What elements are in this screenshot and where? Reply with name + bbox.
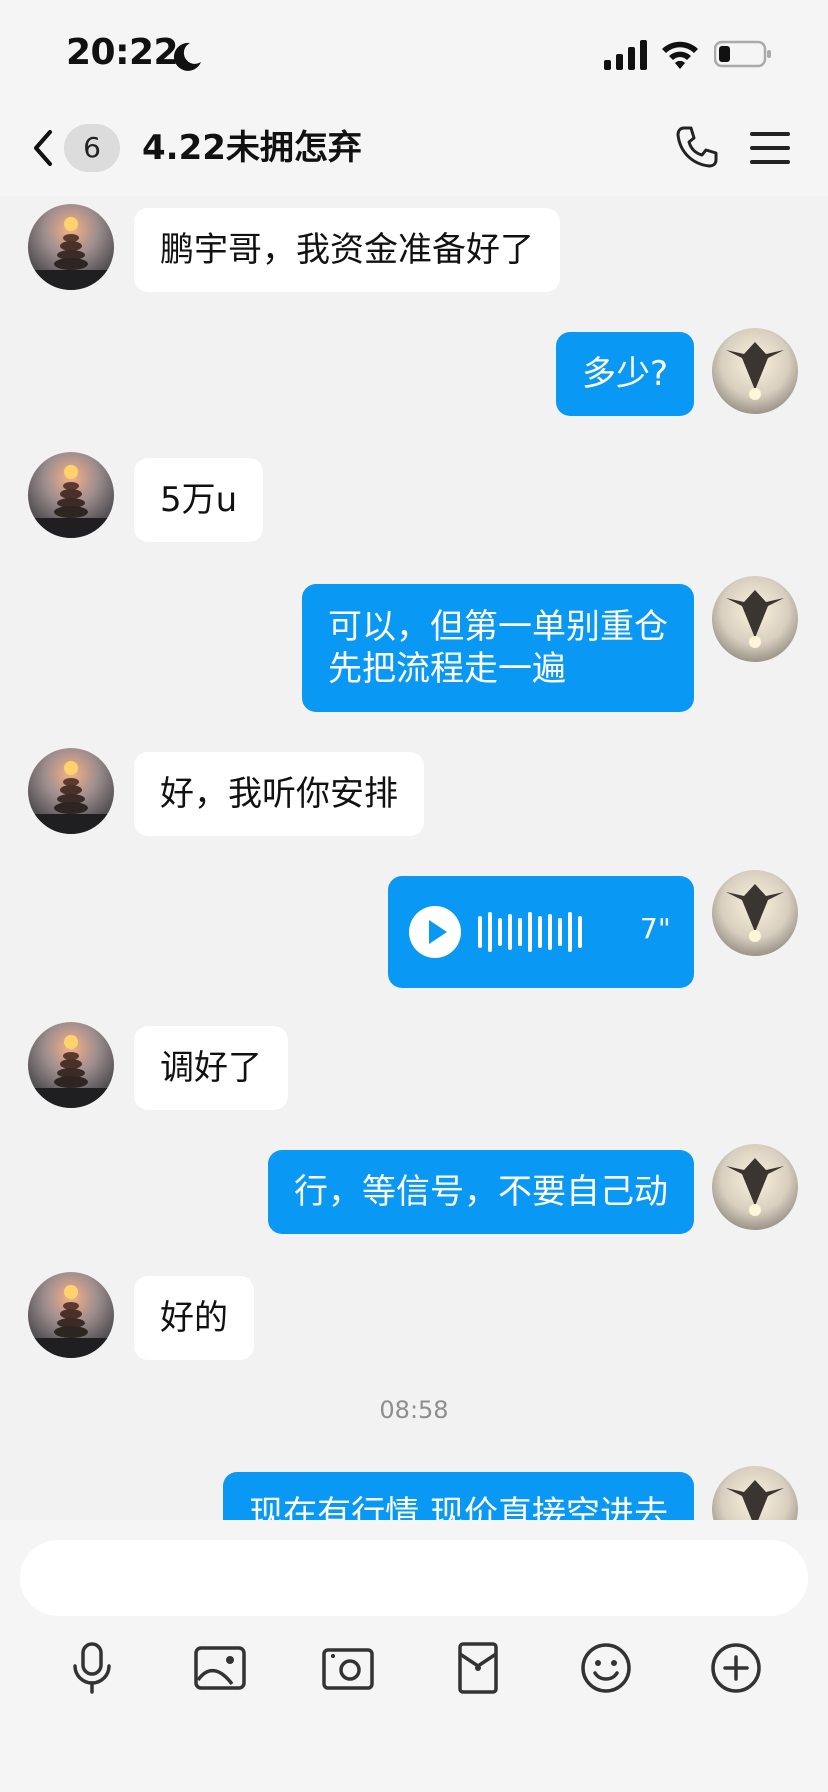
wifi-icon xyxy=(662,41,698,69)
message-bubble-outgoing[interactable]: 现在有行情,现价直接空进去 xyxy=(223,1472,694,1520)
phone-icon[interactable] xyxy=(674,124,720,170)
plus-icon xyxy=(711,1643,761,1693)
chat-header: 6 4.22未拥怎弃 xyxy=(0,100,828,196)
unread-count-badge[interactable]: 6 xyxy=(64,124,120,172)
contact-avatar[interactable] xyxy=(28,1022,114,1108)
contact-avatar[interactable] xyxy=(28,748,114,834)
menu-icon[interactable] xyxy=(748,126,792,170)
message-bubble-incoming[interactable]: 鹏宇哥，我资金准备好了 xyxy=(134,208,560,292)
waveform-icon xyxy=(478,912,582,952)
contact-avatar[interactable] xyxy=(28,204,114,290)
more-button[interactable] xyxy=(706,1638,766,1698)
red-packet-icon xyxy=(458,1642,498,1694)
microphone-button[interactable] xyxy=(62,1638,122,1698)
my-avatar[interactable] xyxy=(712,870,798,956)
contact-avatar[interactable] xyxy=(28,452,114,538)
image-button[interactable] xyxy=(190,1638,250,1698)
message-bubble-outgoing[interactable]: 可以，但第一单别重仓 先把流程走一遍 xyxy=(302,584,694,712)
status-time: 20:22 xyxy=(66,32,179,73)
message-bubble-incoming[interactable]: 好，我听你安排 xyxy=(134,752,424,836)
moon-icon xyxy=(173,42,201,71)
emoji-icon xyxy=(581,1643,631,1693)
my-avatar[interactable] xyxy=(712,1466,798,1520)
microphone-icon xyxy=(73,1642,111,1694)
message-bubble-outgoing[interactable]: 行，等信号，不要自己动 xyxy=(268,1150,694,1234)
message-list[interactable]: 鹏宇哥，我资金准备好了 多少? 5万u 可以，但第一单别重仓 先把流程走一遍 好… xyxy=(0,196,828,1520)
image-icon xyxy=(194,1646,246,1690)
composer xyxy=(0,1520,828,1792)
voice-duration: 7" xyxy=(640,912,671,945)
chat-title: 4.22未拥怎弃 xyxy=(142,128,362,168)
contact-avatar[interactable] xyxy=(28,1272,114,1358)
voice-message-bubble[interactable]: 7" xyxy=(388,876,694,988)
message-bubble-outgoing[interactable]: 多少? xyxy=(555,332,694,416)
camera-icon xyxy=(322,1648,374,1690)
back-icon[interactable] xyxy=(28,124,60,172)
play-icon[interactable] xyxy=(408,905,462,959)
my-avatar[interactable] xyxy=(712,576,798,662)
camera-button[interactable] xyxy=(318,1638,378,1698)
message-bubble-incoming[interactable]: 好的 xyxy=(134,1276,254,1360)
emoji-button[interactable] xyxy=(576,1638,636,1698)
battery-icon xyxy=(714,40,771,68)
my-avatar[interactable] xyxy=(712,328,798,414)
message-bubble-incoming[interactable]: 调好了 xyxy=(134,1026,288,1110)
message-bubble-incoming[interactable]: 5万u xyxy=(134,458,264,542)
my-avatar[interactable] xyxy=(712,1144,798,1230)
status-bar: 20:22 xyxy=(0,0,828,100)
signal-icon xyxy=(604,40,647,70)
message-timestamp: 08:58 xyxy=(379,1396,449,1424)
red-packet-button[interactable] xyxy=(448,1638,508,1698)
message-input[interactable] xyxy=(20,1540,808,1616)
